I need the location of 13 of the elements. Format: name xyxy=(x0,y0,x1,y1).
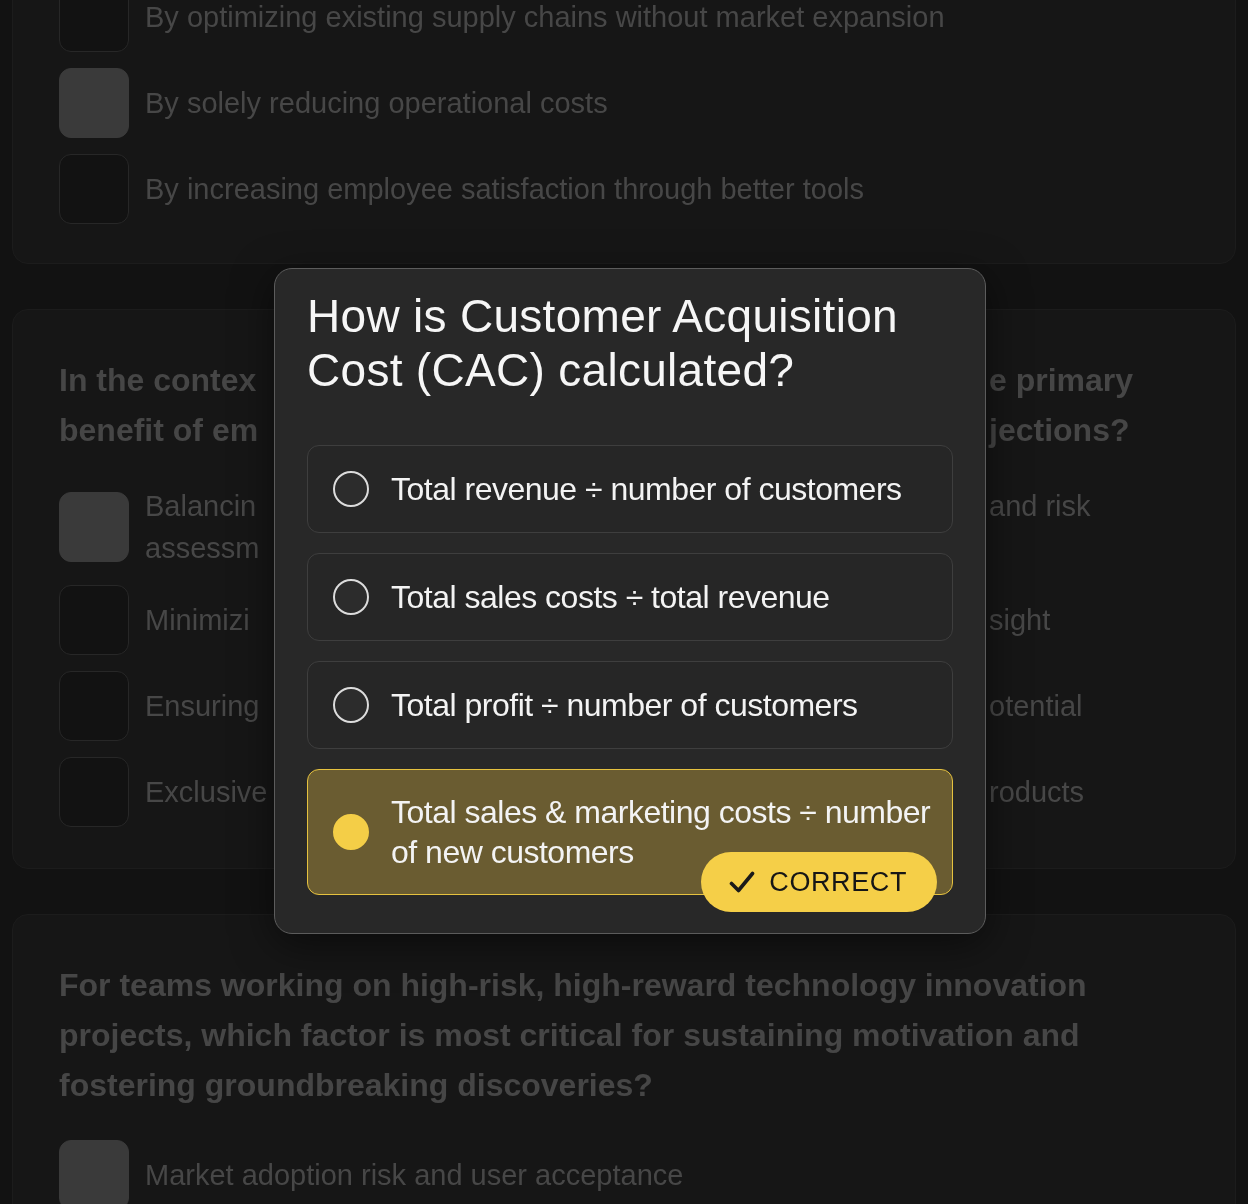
checkbox[interactable] xyxy=(59,1140,129,1204)
radio-icon xyxy=(333,814,369,850)
quiz-question: How is Customer Acquisition Cost (CAC) calculated? xyxy=(307,289,899,397)
check-icon xyxy=(729,871,756,893)
radio-icon xyxy=(333,471,369,507)
checkbox[interactable] xyxy=(59,68,129,138)
checkbox[interactable] xyxy=(59,492,129,562)
radio-icon xyxy=(333,579,369,615)
correct-label: CORRECT xyxy=(769,867,907,897)
radio-icon xyxy=(333,687,369,723)
answer-option[interactable]: Total sales costs ÷ total revenue xyxy=(307,553,953,641)
answer-option[interactable]: Total profit ÷ number of customers xyxy=(307,661,953,749)
answer-option[interactable]: Total revenue ÷ number of customers xyxy=(307,445,953,533)
